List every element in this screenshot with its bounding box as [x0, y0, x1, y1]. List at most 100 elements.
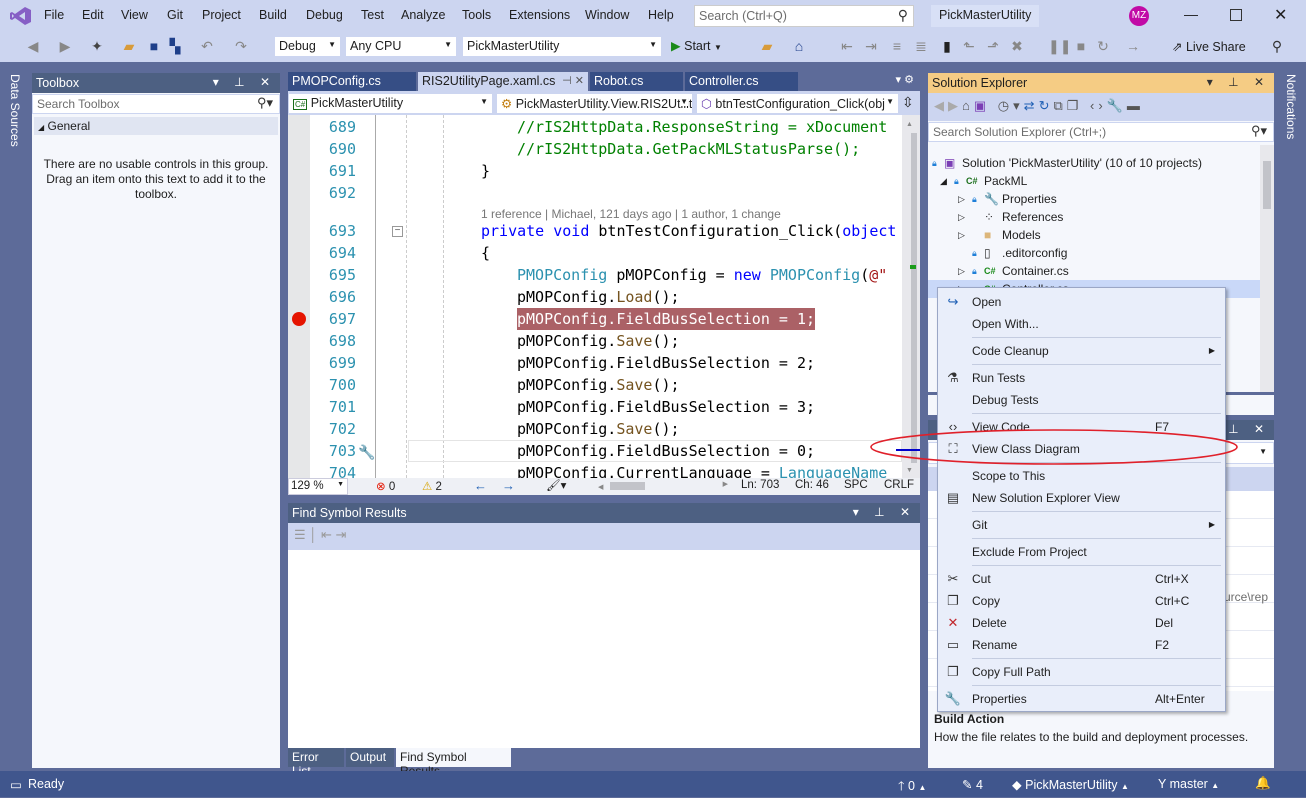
push-indicator[interactable]: 🡑 0 ▲ [898, 777, 926, 798]
code-cleanup-brush-icon[interactable]: 🖌▾ [546, 478, 566, 492]
tab-overflow-icon[interactable]: ▾ ⚙ [896, 73, 914, 86]
previous-icon[interactable]: ⇤ [321, 527, 332, 542]
start-button[interactable]: ▶ Start ▼ [671, 38, 722, 53]
split-icon[interactable]: ⇳ [902, 94, 914, 111]
menu-window[interactable]: Window [585, 8, 629, 22]
menu-item-properties[interactable]: 🔧 Properties Alt+Enter [938, 688, 1225, 710]
menu-item-run-tests[interactable]: ⚗ Run Tests [938, 367, 1225, 389]
next-icon[interactable]: ⇥ [336, 527, 347, 542]
maximize-button[interactable] [1230, 9, 1242, 21]
menu-item-delete[interactable]: ✕ Delete Del [938, 612, 1225, 634]
tree-item[interactable]: 🔒︎ ▯ .editorconfig [928, 244, 1260, 262]
bottom-tab-error-list[interactable]: Error List [288, 748, 344, 778]
menu-item-copy-full-path[interactable]: ❐ Copy Full Path [938, 661, 1225, 683]
new-project-icon[interactable]: ✦ [88, 38, 106, 55]
minimize-button[interactable]: — [1184, 6, 1198, 22]
menu-item-cut[interactable]: ✂ Cut Ctrl+X [938, 568, 1225, 590]
menu-edit[interactable]: Edit [82, 8, 104, 22]
bookmark-icon[interactable]: ▮ [938, 38, 956, 55]
scrollbar-thumb[interactable] [911, 133, 917, 463]
class-dropdown[interactable]: ⚙ PickMasterUtility.View.RIS2Utilit ▼ [496, 93, 693, 114]
home-icon[interactable]: ⌂ [962, 98, 974, 113]
bottom-tab-find-symbol-results[interactable]: Find Symbol Results [396, 748, 511, 778]
collapse-all-icon[interactable]: ⧉ [1053, 98, 1066, 113]
platform-dropdown[interactable]: Any CPU ▼ [345, 36, 457, 57]
redo-icon[interactable]: ↷ [232, 38, 250, 55]
properties-icon[interactable]: 🔧 [1107, 98, 1127, 113]
notifications-tab[interactable]: Notifications [1284, 74, 1298, 139]
expander-icon[interactable]: ◢ [940, 172, 947, 190]
pending-changes-icon[interactable]: ◷▾ [998, 98, 1024, 113]
menu-item-view-class-diagram[interactable]: ⛶ View Class Diagram [938, 438, 1225, 460]
list-icon[interactable]: ☰ [294, 527, 306, 542]
warnings-indicator[interactable]: ⚠ 2 [422, 479, 442, 493]
menu-analyze[interactable]: Analyze [401, 8, 445, 22]
menu-git[interactable]: Git [167, 8, 183, 22]
restart-icon[interactable]: ↻ [1094, 38, 1112, 55]
save-icon[interactable]: ■ [145, 38, 163, 54]
menu-item-exclude-from-project[interactable]: Exclude From Project [938, 541, 1225, 563]
find-in-files-icon[interactable]: ▰ [758, 38, 776, 55]
data-sources-tab[interactable]: Data Sources [8, 74, 22, 147]
undo-icon[interactable]: ↶ [198, 38, 216, 55]
line-indicator[interactable]: Ln: 703 [741, 479, 779, 491]
comment-icon[interactable]: ≡ [888, 38, 906, 54]
refresh-icon[interactable]: ↻ [1039, 98, 1054, 113]
startup-project-dropdown[interactable]: PickMasterUtility ▼ [462, 36, 662, 57]
bell-icon[interactable]: 🔔 [1255, 776, 1271, 791]
menu-tools[interactable]: Tools [462, 8, 491, 22]
navigate-forward-icon[interactable]: → [502, 478, 515, 493]
forward-icon[interactable]: ▶ [948, 98, 962, 113]
prev-bookmark-icon[interactable]: ⬑ [960, 38, 978, 55]
menu-item-open-with[interactable]: Open With... [938, 313, 1225, 335]
expander-icon[interactable]: ▷ [958, 190, 965, 208]
feedback-icon[interactable]: ⚲ [1268, 38, 1286, 55]
search-input[interactable]: Search (Ctrl+Q) ⚲ [694, 5, 914, 27]
back-icon[interactable]: ◀ [24, 38, 42, 55]
avatar[interactable]: MZ [1129, 6, 1149, 26]
expander-icon[interactable]: ▷ [958, 226, 965, 244]
menu-item-scope-to-this[interactable]: Scope to This [938, 465, 1225, 487]
line-ending-indicator[interactable]: CRLF [884, 479, 914, 491]
tab-controller-cs[interactable]: Controller.cs [685, 72, 798, 91]
navigate-back-icon[interactable]: ← [474, 478, 487, 493]
hscroll-thumb[interactable] [610, 482, 645, 490]
menu-file[interactable]: File [44, 8, 64, 22]
save-all-icon[interactable]: ▚ [166, 38, 184, 55]
stop-icon[interactable]: ■ [1072, 38, 1090, 54]
step-icon[interactable]: → [1124, 38, 1142, 54]
panel-controls[interactable]: ▾ ⊥ ✕ [853, 505, 916, 519]
tab-pmopconfig-cs[interactable]: PMOPConfig.cs [288, 72, 416, 91]
menu-item-open[interactable]: ↪ Open [938, 291, 1225, 313]
open-folder-icon[interactable]: ▰ [120, 38, 138, 55]
menu-build[interactable]: Build [259, 8, 287, 22]
bottom-tab-output[interactable]: Output [346, 748, 394, 767]
show-all-files-icon[interactable]: ❐ [1067, 98, 1083, 113]
tree-item[interactable]: ▷ 🔒︎ C# Container.cs [928, 262, 1260, 280]
solution-search-input[interactable]: Search Solution Explorer (Ctrl+;) ⚲▾ [928, 122, 1274, 142]
menu-item-code-cleanup[interactable]: Code Cleanup ▶ [938, 340, 1225, 362]
member-dropdown[interactable]: ⬡ btnTestConfiguration_Click(obj ▼ [696, 93, 899, 114]
toolbox-search-input[interactable]: Search Toolbox ⚲▾ [32, 94, 280, 114]
view-code-icon[interactable]: ‹› [1090, 98, 1107, 113]
tab-robot-cs[interactable]: Robot.cs [590, 72, 683, 91]
panel-controls[interactable]: ▾ ⊥ ✕ [1207, 75, 1270, 89]
branch-indicator[interactable]: Y master ▲ [1158, 777, 1219, 791]
menu-extensions[interactable]: Extensions [509, 8, 570, 22]
pause-icon[interactable]: ❚❚ [1048, 38, 1071, 55]
menu-test[interactable]: Test [361, 8, 384, 22]
panel-controls[interactable]: ▾ ⊥ ✕ [213, 75, 276, 89]
collapse-region-icon[interactable]: − [392, 226, 403, 237]
switch-views-icon[interactable]: ▣ [974, 98, 990, 113]
live-share-button[interactable]: ⇗ Live Share [1172, 39, 1246, 54]
tree-item[interactable]: ▷ ⁘ References [928, 208, 1260, 226]
tree-item[interactable]: ▷ ■ Models [928, 226, 1260, 244]
indent-icon[interactable]: ⇥ [862, 38, 880, 55]
whitespace-indicator[interactable]: SPC [844, 479, 868, 491]
errors-indicator[interactable]: ⊗ 0 [376, 479, 395, 493]
scrollbar-thumb[interactable] [1263, 161, 1271, 209]
preview-icon[interactable]: ▬ [1127, 98, 1144, 113]
menu-item-rename[interactable]: ▭ Rename F2 [938, 634, 1225, 656]
clear-bookmarks-icon[interactable]: ✖ [1008, 38, 1026, 55]
quick-actions-screwdriver-icon[interactable]: 🔧 [358, 444, 375, 461]
